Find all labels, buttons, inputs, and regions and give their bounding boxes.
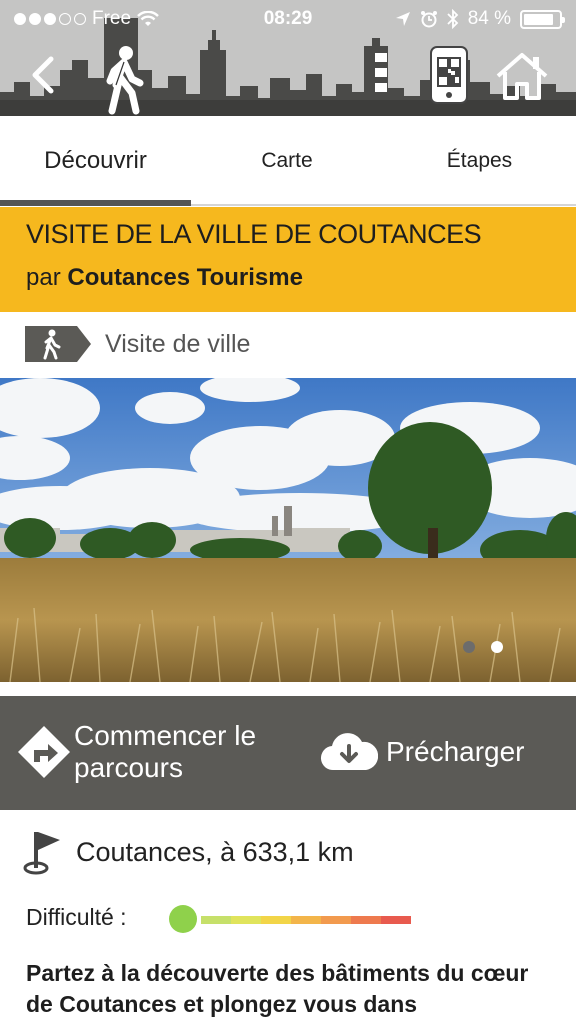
difficulty-segment [201,916,231,924]
vertical-dots-icon [375,53,387,92]
battery-percent: 84 % [467,8,511,29]
menu-button[interactable] [366,48,396,98]
back-button[interactable] [22,52,62,98]
difficulty-indicator [169,905,197,933]
author-prefix: par [26,264,61,291]
difficulty-segment [321,916,351,924]
battery-level [524,13,553,25]
photo-pager [463,641,503,653]
difficulty-row: Difficulté : [26,904,411,933]
tour-title: VISITE DE LA VILLE DE COUTANCES [26,219,482,249]
category-label: Visite de ville [105,330,251,358]
home-button[interactable] [494,50,550,102]
flag-icon [23,832,60,875]
tour-category: Visite de ville [0,312,576,378]
tour-author-line: par Coutances Tourisme [26,264,576,292]
difficulty-segment [291,916,321,924]
difficulty-label: Difficulté : [26,904,127,930]
difficulty-segment [351,916,381,924]
qr-scan-button[interactable] [426,44,472,106]
active-tab-indicator [0,200,191,206]
location-row: Coutances, à 633,1 km [22,828,354,876]
cloud-download-icon [321,733,378,771]
walking-mode-button[interactable] [96,44,152,116]
pager-dot[interactable] [463,641,475,653]
start-tour-label-line2: parcours [74,752,183,783]
tour-description: Partez à la découverte des bâtiments du … [26,960,529,1017]
preload-label: Précharger [386,736,525,767]
difficulty-scale [201,916,411,924]
location-arrow-icon [395,12,410,26]
start-tour-label: Commencer le parcours [74,720,256,784]
action-bar: Commencer le parcours Précharger [0,696,576,810]
tab-carte[interactable]: Carte [191,116,383,206]
status-bar: Free 08:29 84 % [0,0,576,40]
start-tour-label-line1: Commencer le [74,720,257,751]
bluetooth-icon [447,9,458,29]
tour-header: VISITE DE LA VILLE DE COUTANCES par Cout… [0,207,576,312]
preload-button[interactable]: Précharger [320,724,560,780]
alarm-clock-icon [420,11,437,28]
walking-person-icon [106,46,144,115]
directions-icon [18,726,70,778]
tab-etapes[interactable]: Étapes [383,116,576,206]
difficulty-segment [231,916,261,924]
difficulty-segment [381,916,411,924]
chevron-left-icon [32,56,54,94]
start-tour-button[interactable]: Commencer le parcours [16,716,296,788]
battery-icon [520,9,565,29]
tab-bar: Découvrir Carte Étapes [0,116,576,206]
location-distance: Coutances, à 633,1 km [76,836,354,867]
countryside-town-photo [0,378,576,682]
tab-decouvrir[interactable]: Découvrir [0,116,191,206]
home-icon [496,53,548,100]
tour-photo[interactable] [0,378,576,682]
qr-phone-icon [430,46,468,104]
difficulty-segment [261,916,291,924]
author-name: Coutances Tourisme [67,264,303,291]
walking-category-icon [25,326,91,362]
pager-dot[interactable] [491,641,503,653]
app-header: Free 08:29 84 % [0,0,576,116]
